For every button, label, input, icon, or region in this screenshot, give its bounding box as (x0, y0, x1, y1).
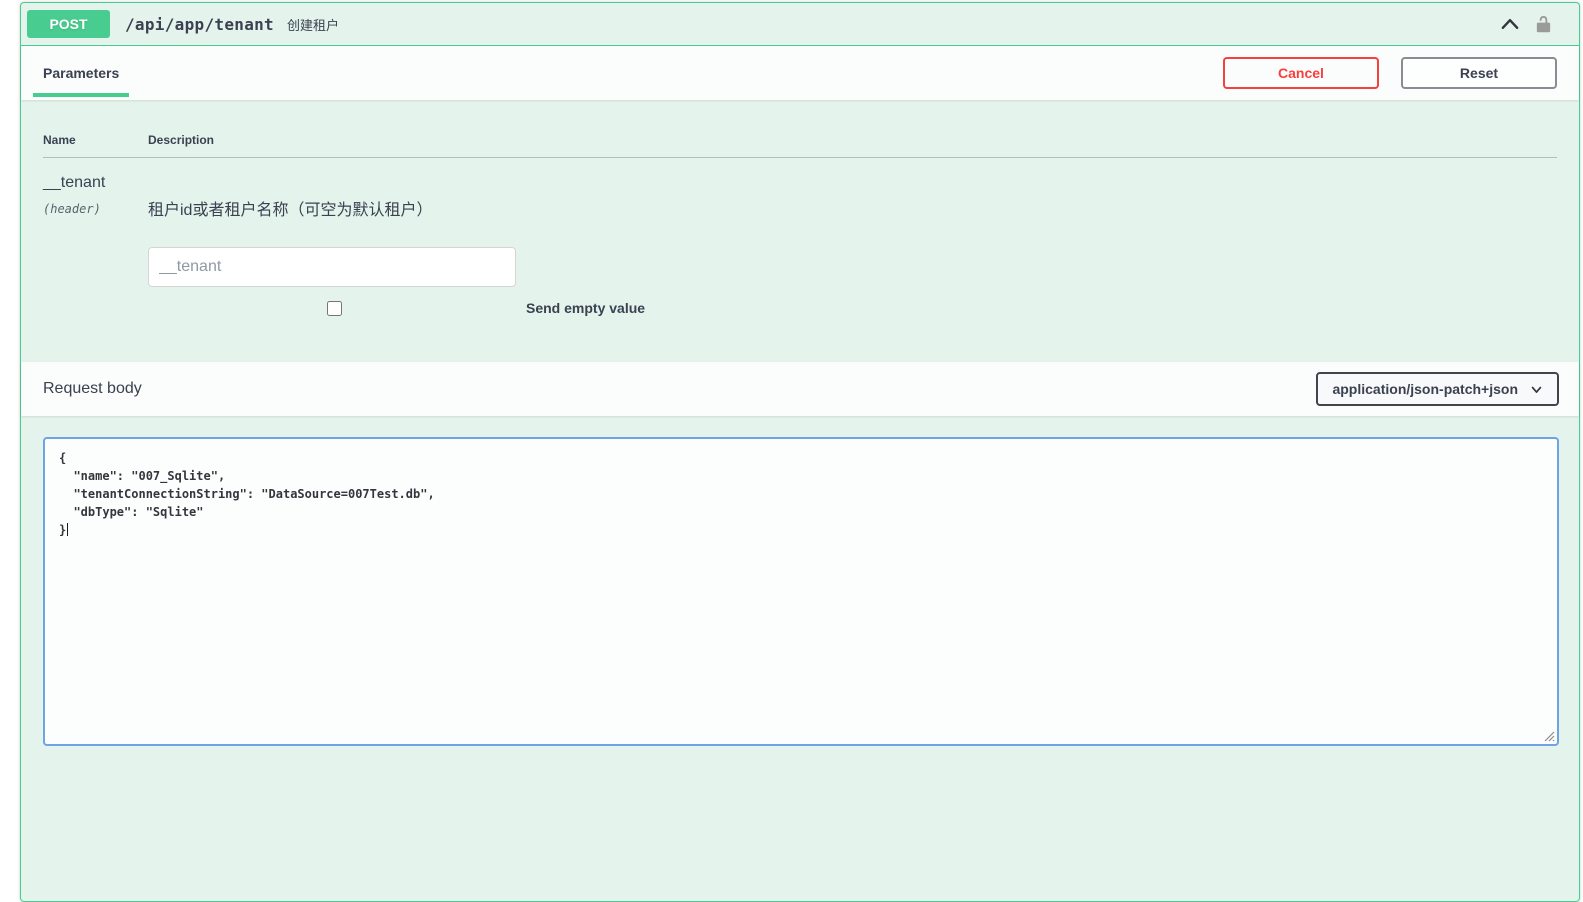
cancel-button[interactable]: Cancel (1223, 57, 1379, 89)
header-buttons: Cancel Reset (1223, 57, 1559, 89)
chevron-down-icon (1530, 383, 1543, 396)
parameter-location: (header) (43, 202, 148, 216)
parameter-name: __tenant (43, 174, 148, 192)
content-type-value: application/json-patch+json (1332, 381, 1518, 397)
endpoint-path: /api/app/tenant (125, 15, 274, 34)
parameter-row: __tenant (header) 租户id或者租户名称（可空为默认租户） Se… (43, 158, 1557, 316)
parameter-name-cell: __tenant (header) (43, 174, 148, 316)
text-cursor (67, 523, 68, 536)
api-endpoint-panel: POST /api/app/tenant 创建租户 Parameters Can… (20, 2, 1580, 902)
request-body-json: { "name": "007_Sqlite", "tenantConnectio… (59, 451, 435, 537)
request-body-editor[interactable]: { "name": "007_Sqlite", "tenantConnectio… (43, 437, 1559, 746)
send-empty-value-label: Send empty value (526, 300, 645, 316)
column-header-description: Description (148, 133, 1557, 147)
parameter-description: 租户id或者租户名称（可空为默认租户） (148, 196, 1557, 220)
parameter-description-cell: 租户id或者租户名称（可空为默认租户） Send empty value (148, 174, 1557, 316)
tenant-value-input[interactable] (148, 247, 516, 287)
parameters-table: Name Description __tenant (header) 租户id或… (21, 100, 1579, 362)
summary-icons (1499, 13, 1553, 35)
request-body-section: { "name": "007_Sqlite", "tenantConnectio… (21, 416, 1579, 759)
column-header-name: Name (43, 133, 148, 147)
parameters-table-header: Name Description (43, 133, 1557, 158)
send-empty-value-row: Send empty value (148, 300, 1557, 316)
parameters-tab-label: Parameters (43, 65, 119, 81)
content-type-select[interactable]: application/json-patch+json (1316, 372, 1559, 406)
parameters-section-header: Parameters Cancel Reset (21, 46, 1579, 100)
reset-button[interactable]: Reset (1401, 57, 1557, 89)
http-method-badge: POST (27, 10, 110, 38)
endpoint-summary[interactable]: POST /api/app/tenant 创建租户 (21, 3, 1579, 46)
chevron-up-icon[interactable] (1499, 13, 1521, 35)
request-body-label: Request body (33, 380, 142, 398)
request-body-section-header: Request body application/json-patch+json (21, 362, 1579, 416)
tab-parameters[interactable]: Parameters (33, 46, 129, 100)
unlocked-padlock-icon[interactable] (1534, 14, 1553, 35)
endpoint-summary-text: 创建租户 (287, 15, 339, 34)
send-empty-value-checkbox[interactable] (327, 301, 342, 316)
resize-grip-icon[interactable] (1543, 730, 1555, 742)
